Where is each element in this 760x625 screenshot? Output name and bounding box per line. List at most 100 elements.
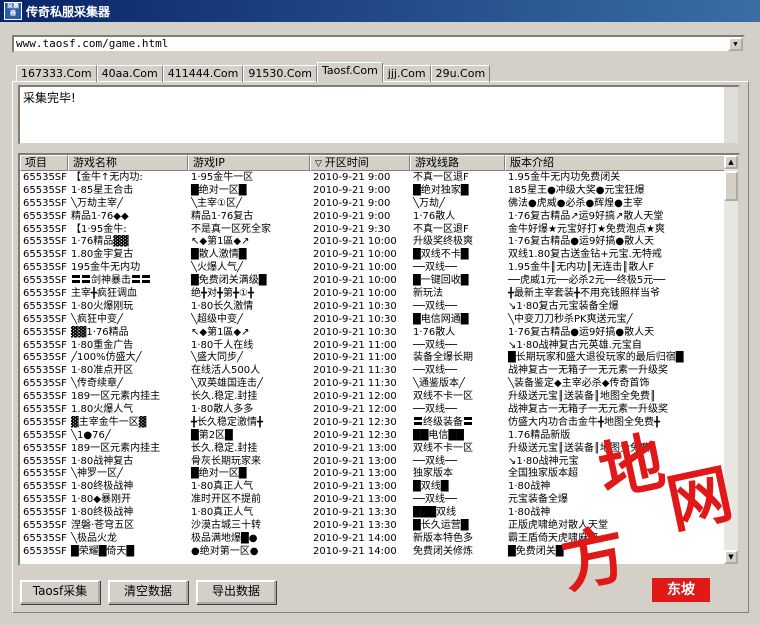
table-cell: 2010-9-21 10:00: [313, 288, 397, 300]
table-cell: ──虎威1元──必杀2元──终极5元──: [508, 275, 666, 287]
column-header[interactable]: 游戏名称: [68, 155, 188, 171]
table-row[interactable]: 65535SF 1·85星王合击 █绝对一区█ 2010-9-21 9:00 █绝对独家…: [20, 184, 738, 197]
table-row[interactable]: 65535SF 1·80火爆刚玩 1·80长久激情 2010-9-21 10:30 ──…: [20, 300, 738, 313]
table-cell: ↖◆第1區◆↗: [191, 326, 250, 338]
table-cell: 1·76精品▓▓: [71, 236, 129, 248]
table-cell: ──双线──: [413, 455, 458, 467]
table-cell: ╋长久稳定激情╋: [191, 416, 264, 428]
table-cell: ↘1·80战神复古元英雄.元宝自: [508, 339, 642, 351]
table-cell: 2010-9-21 12:00: [313, 404, 397, 416]
table-row[interactable]: 65535SF 1.80金宇复古 █散人激情█ 2010-9-21 10:00 █双线不…: [20, 248, 738, 261]
table-cell: █长期玩家和盛大退役玩家的最后归宿█: [508, 352, 684, 364]
tab-4[interactable]: Taosf.Com: [316, 62, 383, 82]
tab-1[interactable]: 40aa.Com: [96, 65, 163, 82]
table-row[interactable]: 65535SF 〓〓剑神暴击〓〓 █免费闭关满级█ 2010-9-21 10:00 █一…: [20, 274, 738, 287]
clear-data-button[interactable]: 清空数据: [108, 580, 188, 604]
table-cell: 1.80火爆人气: [71, 404, 134, 416]
table-cell: ▓主宰金牛一区▓: [71, 416, 147, 428]
table-cell: 65535SF: [23, 275, 67, 287]
table-cell: ▓▓1·76精品: [71, 326, 129, 338]
table-cell: 1·80终极战神: [71, 507, 134, 519]
table-row[interactable]: 65535SF 189一区元素内挂主 长久.稳定.封挂 2010-9-21 12:00…: [20, 390, 738, 403]
table-cell: █电信网通█: [413, 313, 469, 325]
table-row[interactable]: 65535SF 主宰╋疯狂调血 绝╋对╋第╋①╋ 2010-9-21 10:00 新玩法…: [20, 287, 738, 300]
table-cell: 65535SF: [23, 352, 67, 364]
table-cell: ↘1·80复古元宝装备全爆: [508, 300, 619, 312]
table-row[interactable]: 65535SF 【金牛↑无内功: 1·95金牛一区 2010-9-21 9:00 不真一…: [20, 171, 738, 184]
scroll-thumb[interactable]: [724, 171, 738, 201]
log-textarea[interactable]: 采集完毕!: [18, 85, 740, 145]
table-cell: 精品1·76复古: [191, 210, 254, 222]
table-cell: 不是真一区死全家: [191, 223, 271, 235]
table-cell: 升级送元宝║送装备║地图全免费║: [508, 391, 657, 403]
table-cell: 65535SF: [23, 378, 67, 390]
tab-5[interactable]: jjj.Com: [382, 65, 431, 82]
table-cell: 65535SF: [23, 300, 67, 312]
table-cell: 独家版本: [413, 468, 453, 480]
table-cell: 金牛好爆★元宝好打★免费泡点★爽: [508, 223, 665, 235]
scroll-up-icon[interactable]: ▲: [724, 155, 738, 169]
column-header[interactable]: 版本介绍: [505, 155, 728, 171]
table-row[interactable]: 65535SF ▓主宰金牛一区▓ ╋长久稳定激情╋ 2010-9-21 12:30 〓终…: [20, 416, 738, 429]
table-cell: 【金牛↑无内功:: [71, 172, 143, 183]
table-cell: ╲火爆人气╱: [191, 262, 244, 274]
table-cell: 长久.稳定.封挂: [191, 442, 258, 454]
table-cell: ╲中变刀刀秒杀PK爽送元宝╱: [508, 313, 633, 325]
url-combobox[interactable]: www.taosf.com/game.html ▼: [12, 35, 745, 53]
table-cell: 65535SF: [23, 249, 67, 261]
table-cell: 65535SF: [23, 326, 67, 338]
table-row[interactable]: 65535SF ╱100%仿盛大╱ ╲盛大同步╱ 2010-9-21 11:00 装备全…: [20, 351, 738, 364]
table-cell: 2010-9-21 9:00: [313, 210, 391, 222]
table-row[interactable]: 65535SF 1.80火爆人气 1·80散人多多 2010-9-21 12:00 ──…: [20, 403, 738, 416]
export-data-button[interactable]: 导出数据: [196, 580, 276, 604]
table-cell: 2010-9-21 10:30: [313, 326, 397, 338]
table-cell: ↖◆第1區◆↗: [191, 236, 250, 248]
column-header[interactable]: 项目: [20, 155, 68, 171]
table-row[interactable]: 65535SF ╲疯狂中变╱ ╲超级中变╱ 2010-9-21 10:30 █电信网通█…: [20, 313, 738, 326]
table-row[interactable]: 65535SF ╲万劫主宰╱ ╲主宰①区╱ 2010-9-21 9:00 ╲万劫╱ 佛法●…: [20, 197, 738, 210]
column-header[interactable]: 游戏线路: [410, 155, 505, 171]
table-cell: 1·80终极战神: [71, 481, 134, 493]
table-cell: 1.95金牛║无内功║无连击║散人F: [508, 262, 655, 274]
table-cell: 1.80金宇复古: [71, 249, 134, 261]
table-row[interactable]: 65535SF 1·80准点开区 在线活人500人 2010-9-21 11:30 ──…: [20, 364, 738, 377]
tab-3[interactable]: 91530.Com: [243, 65, 317, 82]
collect-button[interactable]: Taosf采集: [20, 580, 100, 604]
table-cell: 2010-9-21 14:00: [313, 545, 397, 557]
tab-6[interactable]: 29u.Com: [430, 65, 491, 82]
table-row[interactable]: 65535SF ╲传奇续章╱ ╲双英雄国连击╱ 2010-9-21 11:30 ╲通鉴版…: [20, 377, 738, 390]
app-icon: 采集器: [4, 2, 22, 20]
table-row[interactable]: 65535SF 195金牛无内功 ╲火爆人气╱ 2010-9-21 10:00 ──双线…: [20, 261, 738, 274]
table-cell: █一键回收█: [413, 275, 469, 287]
table-cell: 2010-9-21 10:30: [313, 313, 397, 325]
table-cell: 1·80准点开区: [71, 365, 134, 377]
dropdown-arrow-icon[interactable]: ▼: [728, 37, 743, 51]
table-row[interactable]: 65535SF 精品1·76◆◆ 精品1·76复古 2010-9-21 9:00 1·7…: [20, 210, 738, 223]
url-input[interactable]: www.taosf.com/game.html: [16, 37, 168, 50]
tab-2[interactable]: 411444.Com: [162, 65, 244, 82]
table-cell: 1·80真正人气: [191, 507, 254, 519]
table-cell: 2010-9-21 13:00: [313, 455, 397, 467]
table-cell: 65535SF: [23, 172, 67, 183]
tab-0[interactable]: 167333.Com: [16, 65, 97, 82]
window-title: 传奇私服采集器: [26, 4, 111, 19]
table-cell: 65535SF: [23, 404, 67, 416]
table-cell: ──双线──: [413, 300, 458, 312]
table-cell: 65535SF: [23, 507, 67, 519]
table-row[interactable]: 65535SF 1·80重金广告 1·80千人在线 2010-9-21 11:00 ──…: [20, 339, 738, 352]
watermark-badge: 东坡: [652, 578, 710, 602]
table-row[interactable]: 65535SF 1·76精品▓▓ ↖◆第1區◆↗ 2010-9-21 10:00 升级奖…: [20, 235, 738, 248]
table-cell: ●绝对第一区●: [191, 545, 259, 557]
table-cell: ──双线──: [413, 262, 458, 274]
column-header[interactable]: ▽ 开区时间: [310, 155, 410, 171]
table-cell: 189一区元素内挂主: [71, 391, 161, 403]
table-row[interactable]: 65535SF 【1·95金牛: 不是真一区死全家 2010-9-21 9:30 不真一…: [20, 223, 738, 236]
table-cell: ███双线: [413, 507, 457, 519]
column-header[interactable]: 游戏IP: [188, 155, 310, 171]
table-row[interactable]: 65535SF ▓▓1·76精品 ↖◆第1區◆↗ 2010-9-21 10:30 1·7…: [20, 326, 738, 339]
table-cell: 2010-9-21 10:00: [313, 262, 397, 274]
table-cell: 〓终级装备〓: [413, 416, 473, 428]
table-cell: 2010-9-21 12:30: [313, 429, 397, 441]
log-scrollbar[interactable]: [724, 87, 738, 143]
watermark-char: 网: [661, 457, 739, 543]
